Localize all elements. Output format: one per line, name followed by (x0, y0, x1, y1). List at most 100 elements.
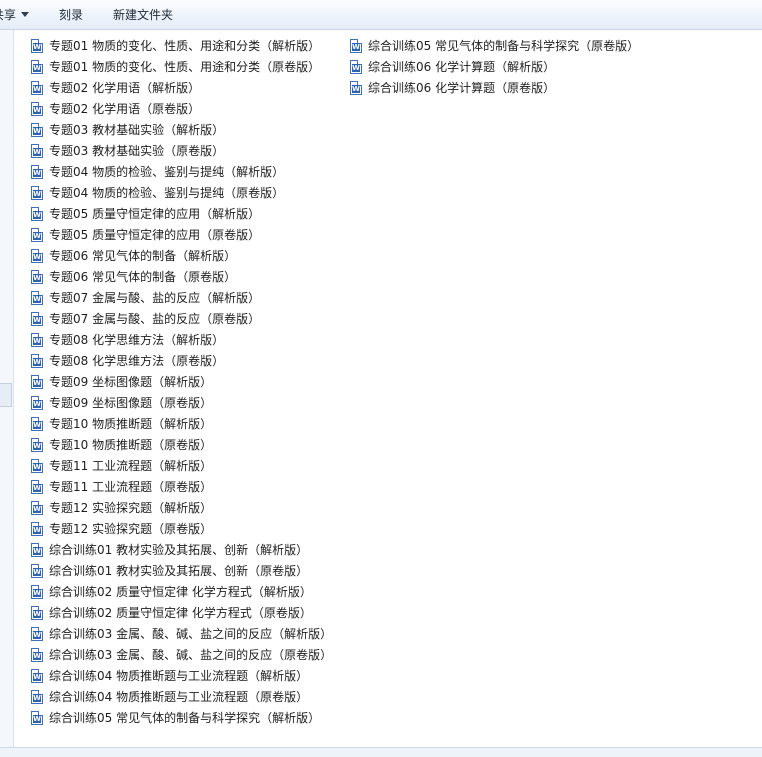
file-item[interactable]: W 综合训练05 常见气体的制备与科学探究（原卷版） (350, 36, 639, 56)
file-name: 综合训练04 物质推断题与工业流程题（解析版） (49, 669, 309, 683)
file-name: 专题11 工业流程题（原卷版） (49, 480, 213, 494)
file-name: 专题07 金属与酸、盐的反应（原卷版） (49, 312, 261, 326)
file-item[interactable]: W 综合训练05 常见气体的制备与科学探究（解析版） (31, 708, 320, 728)
file-item[interactable]: W 专题10 物质推断题（解析版） (31, 414, 212, 434)
file-item[interactable]: W 综合训练06 化学计算题（解析版） (350, 57, 555, 77)
status-bar (0, 747, 762, 757)
file-item[interactable]: W 专题02 化学用语（解析版） (31, 78, 200, 98)
word-document-icon: W (31, 228, 43, 242)
word-logo-glyph: W (33, 526, 41, 534)
file-item[interactable]: W 专题06 常见气体的制备（解析版） (31, 246, 236, 266)
file-item[interactable]: W 专题02 化学用语（原卷版） (31, 99, 200, 119)
word-document-icon: W (31, 207, 43, 221)
file-name: 专题09 坐标图像题（原卷版） (49, 396, 213, 410)
word-document-icon: W (31, 627, 43, 641)
word-document-icon: W (31, 690, 43, 704)
word-logo-glyph: W (33, 505, 41, 513)
file-name: 专题01 物质的变化、性质、用途和分类（解析版） (49, 39, 321, 53)
word-logo-glyph: W (33, 295, 41, 303)
file-name: 专题06 常见气体的制备（原卷版） (49, 270, 237, 284)
file-name: 综合训练01 教材实验及其拓展、创新（原卷版） (49, 564, 309, 578)
chevron-down-icon (21, 12, 30, 17)
word-logo-glyph: W (33, 148, 41, 156)
word-document-icon: W (31, 501, 43, 515)
word-document-icon: W (31, 375, 43, 389)
share-label: 共享 (0, 8, 17, 22)
file-item[interactable]: W 专题06 常见气体的制备（原卷版） (31, 267, 236, 287)
file-item[interactable]: W 综合训练02 质量守恒定律 化学方程式（原卷版） (31, 603, 312, 623)
file-item[interactable]: W 专题04 物质的检验、鉴别与提纯（原卷版） (31, 183, 284, 203)
word-document-icon: W (31, 144, 43, 158)
file-item[interactable]: W 综合训练01 教材实验及其拓展、创新（解析版） (31, 540, 308, 560)
file-item[interactable]: W 综合训练04 物质推断题与工业流程题（原卷版） (31, 687, 308, 707)
word-document-icon: W (31, 522, 43, 536)
word-logo-glyph: W (33, 673, 41, 681)
word-document-icon: W (31, 123, 43, 137)
new-folder-button[interactable]: 新建文件夹 (113, 6, 173, 24)
word-document-icon: W (31, 480, 43, 494)
word-logo-glyph: W (33, 106, 41, 114)
file-item[interactable]: W 综合训练03 金属、酸、碱、盐之间的反应（原卷版） (31, 645, 332, 665)
file-item[interactable]: W 综合训练04 物质推断题与工业流程题（解析版） (31, 666, 308, 686)
file-item[interactable]: W 专题08 化学思维方法（解析版） (31, 330, 224, 350)
file-item[interactable]: W 专题05 质量守恒定律的应用（解析版） (31, 204, 260, 224)
file-item[interactable]: W 专题08 化学思维方法（原卷版） (31, 351, 224, 371)
word-logo-glyph: W (33, 253, 41, 261)
file-item[interactable]: W 综合训练02 质量守恒定律 化学方程式（解析版） (31, 582, 312, 602)
word-logo-glyph: W (352, 64, 360, 72)
word-document-icon: W (31, 669, 43, 683)
file-name: 专题10 物质推断题（原卷版） (49, 438, 213, 452)
file-name: 综合训练03 金属、酸、碱、盐之间的反应（原卷版） (49, 648, 333, 662)
file-item[interactable]: W 专题09 坐标图像题（解析版） (31, 372, 212, 392)
word-logo-glyph: W (352, 43, 360, 51)
file-item[interactable]: W 综合训练06 化学计算题（原卷版） (350, 78, 555, 98)
word-document-icon: W (31, 249, 43, 263)
file-item[interactable]: W 综合训练01 教材实验及其拓展、创新（原卷版） (31, 561, 308, 581)
file-item[interactable]: W 专题04 物质的检验、鉴别与提纯（解析版） (31, 162, 284, 182)
file-name: 专题03 教材基础实验（原卷版） (49, 144, 225, 158)
word-logo-glyph: W (33, 547, 41, 555)
file-name: 综合训练03 金属、酸、碱、盐之间的反应（解析版） (49, 627, 333, 641)
word-logo-glyph: W (33, 652, 41, 660)
file-name: 专题11 工业流程题（解析版） (49, 459, 213, 473)
word-logo-glyph: W (33, 64, 41, 72)
file-name: 专题09 坐标图像题（解析版） (49, 375, 213, 389)
burn-button[interactable]: 刻录 (59, 6, 83, 24)
word-logo-glyph: W (33, 85, 41, 93)
file-name: 专题05 质量守恒定律的应用（解析版） (49, 207, 261, 221)
file-item[interactable]: W 专题01 物质的变化、性质、用途和分类（解析版） (31, 36, 320, 56)
word-document-icon: W (31, 60, 43, 74)
file-name: 综合训练06 化学计算题（原卷版） (368, 81, 556, 95)
file-item[interactable]: W 专题03 教材基础实验（解析版） (31, 120, 224, 140)
file-name: 专题04 物质的检验、鉴别与提纯（解析版） (49, 165, 285, 179)
file-item[interactable]: W 专题10 物质推断题（原卷版） (31, 435, 212, 455)
share-menu-button[interactable]: 共享 (0, 6, 30, 24)
word-logo-glyph: W (33, 379, 41, 387)
file-item[interactable]: W 专题11 工业流程题（原卷版） (31, 477, 212, 497)
file-item[interactable]: W 专题03 教材基础实验（原卷版） (31, 141, 224, 161)
word-document-icon: W (31, 396, 43, 410)
word-document-icon: W (31, 564, 43, 578)
file-item[interactable]: W 专题05 质量守恒定律的应用（原卷版） (31, 225, 260, 245)
file-name: 专题12 实验探究题（原卷版） (49, 522, 213, 536)
file-item[interactable]: W 专题07 金属与酸、盐的反应（解析版） (31, 288, 260, 308)
word-document-icon: W (350, 81, 362, 95)
file-item[interactable]: W 专题12 实验探究题（原卷版） (31, 519, 212, 539)
file-item[interactable]: W 专题09 坐标图像题（原卷版） (31, 393, 212, 413)
command-toolbar: 共享 刻录 新建文件夹 (0, 0, 762, 30)
file-item[interactable]: W 专题11 工业流程题（解析版） (31, 456, 212, 476)
word-document-icon: W (31, 81, 43, 95)
file-item[interactable]: W 专题01 物质的变化、性质、用途和分类（原卷版） (31, 57, 320, 77)
file-name: 专题06 常见气体的制备（解析版） (49, 249, 237, 263)
file-name: 专题04 物质的检验、鉴别与提纯（原卷版） (49, 186, 285, 200)
file-item[interactable]: W 综合训练03 金属、酸、碱、盐之间的反应（解析版） (31, 624, 332, 644)
file-name: 综合训练05 常见气体的制备与科学探究（原卷版） (368, 39, 640, 53)
file-item[interactable]: W 专题07 金属与酸、盐的反应（原卷版） (31, 309, 260, 329)
file-name: 专题02 化学用语（原卷版） (49, 102, 201, 116)
file-name: 综合训练01 教材实验及其拓展、创新（解析版） (49, 543, 309, 557)
word-logo-glyph: W (33, 400, 41, 408)
word-logo-glyph: W (33, 715, 41, 723)
file-name: 专题08 化学思维方法（解析版） (49, 333, 225, 347)
file-item[interactable]: W 专题12 实验探究题（解析版） (31, 498, 212, 518)
word-logo-glyph: W (33, 484, 41, 492)
